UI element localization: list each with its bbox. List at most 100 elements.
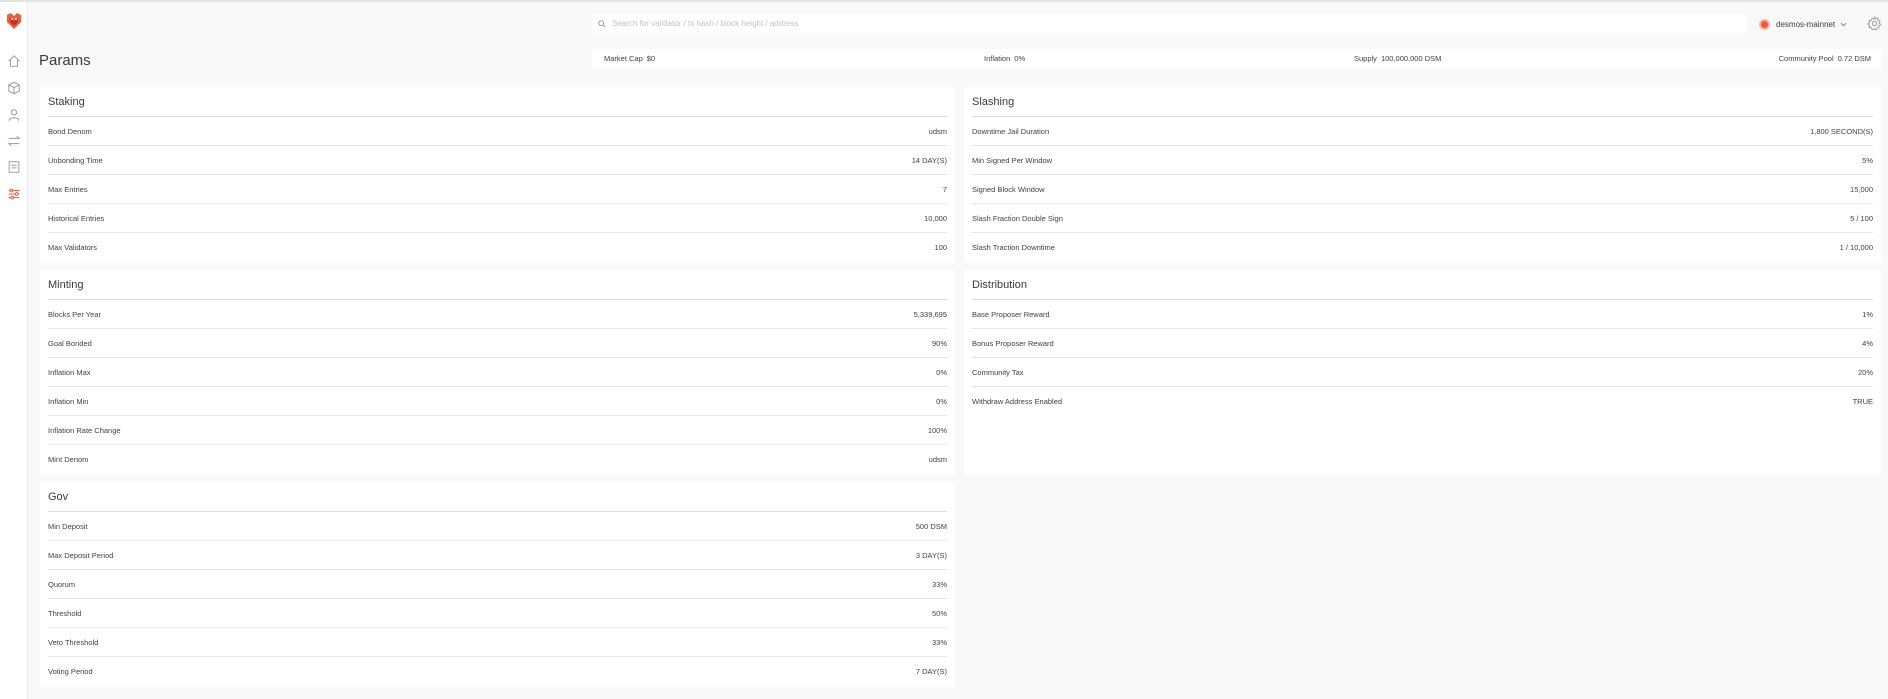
param-value: udsm xyxy=(928,455,947,464)
param-value: 33% xyxy=(931,637,947,647)
param-row: Threshold 50% xyxy=(48,599,947,628)
search-input[interactable] xyxy=(612,19,1747,28)
param-label: Min Deposit xyxy=(48,521,88,531)
param-value: 1% xyxy=(1862,309,1873,319)
param-label: Mint Denom xyxy=(48,455,89,464)
param-row: Quorum 33% xyxy=(48,570,947,599)
param-label: Max Validators xyxy=(48,243,98,252)
stat-value: $0 xyxy=(646,54,656,63)
param-value: 0% xyxy=(936,396,947,406)
param-row: Withdraw Address Enabled TRUE xyxy=(972,387,1873,416)
desmos-logo-icon[interactable] xyxy=(4,11,24,31)
param-row: Max Deposit Period 3 DAY(S) xyxy=(48,541,947,570)
param-label: Inflation Rate Change xyxy=(48,425,121,435)
param-row: Max Entries 7 xyxy=(48,175,947,204)
param-label: Inflation Min xyxy=(48,396,89,406)
param-label: Min Signed Per Window xyxy=(972,155,1053,165)
param-value: 7 DAY(S) xyxy=(915,667,947,676)
distribution-card: Distribution Base Proposer Reward 1% Bonu… xyxy=(964,270,1881,475)
network-logo-icon xyxy=(1759,18,1770,30)
param-value: 90% xyxy=(931,338,947,348)
param-row: Signed Block Window 15,000 xyxy=(972,175,1873,204)
gov-card: Gov Min Deposit 500 DSM Max Deposit Perio… xyxy=(40,482,955,687)
param-value: 10,000 xyxy=(924,213,947,223)
param-label: Quorum xyxy=(48,579,76,589)
user-icon[interactable] xyxy=(6,107,22,123)
stat-label: Inflation xyxy=(984,54,1011,63)
param-row: Mint Denom udsm xyxy=(48,445,947,474)
param-value: 500 DSM xyxy=(915,521,947,531)
stat-value: 0% xyxy=(1014,54,1026,63)
stat-value: 0.72 DSM xyxy=(1837,54,1871,63)
stat-value: 100,000,000 DSM xyxy=(1380,54,1442,63)
param-label: Base Proposer Reward xyxy=(972,309,1050,319)
stats-bar: Market Cap $0 Inflation 0% Supply 100,000,0… xyxy=(592,49,1881,68)
param-row: Voting Period 7 DAY(S) xyxy=(48,657,947,686)
cube-icon[interactable] xyxy=(6,80,22,96)
param-label: Downtime Jail Duration xyxy=(972,126,1050,136)
page-title: Params xyxy=(39,52,91,69)
param-label: Slash Traction Downtime xyxy=(972,243,1055,252)
param-label: Blocks Per Year xyxy=(48,309,101,319)
param-value: 5% xyxy=(1862,155,1873,165)
card-title: Gov xyxy=(48,482,947,512)
param-label: Threshold xyxy=(48,608,82,618)
stat-supply: Supply 100,000,000 DSM xyxy=(1354,54,1441,63)
param-label: Voting Period xyxy=(48,667,93,676)
param-value: 33% xyxy=(931,579,947,589)
param-value: 50% xyxy=(931,608,947,618)
param-value: 100% xyxy=(927,425,947,435)
param-value: 15,000 xyxy=(1850,184,1873,194)
minting-card: Minting Blocks Per Year 5,339,695 Goal Bo… xyxy=(40,270,955,475)
slashing-card: Slashing Downtime Jail Duration 1,800 SEC… xyxy=(964,87,1881,263)
sidebar xyxy=(0,2,28,699)
param-row: Base Proposer Reward 1% xyxy=(972,300,1873,329)
param-value: 5 / 100 xyxy=(1850,213,1873,223)
param-row: Blocks Per Year 5,339,695 xyxy=(48,300,947,329)
stat-community-pool: Community Pool 0.72 DSM xyxy=(1779,54,1871,63)
card-title: Minting xyxy=(48,270,947,300)
search-bar[interactable] xyxy=(592,14,1747,33)
param-row: Veto Threshold 33% xyxy=(48,628,947,657)
param-row: Downtime Jail Duration 1,800 SECOND(S) xyxy=(972,117,1873,146)
param-row: Min Signed Per Window 5% xyxy=(972,146,1873,175)
param-row: Inflation Min 0% xyxy=(48,387,947,416)
card-title: Distribution xyxy=(972,270,1873,300)
network-name: desmos-mainnet xyxy=(1776,19,1836,29)
param-label: Historical Entries xyxy=(48,213,105,223)
param-row: Unbonding Time 14 DAY(S) xyxy=(48,146,947,175)
param-label: Veto Threshold xyxy=(48,637,99,647)
param-value: 1 / 10,000 xyxy=(1839,243,1873,252)
param-value: 100 xyxy=(934,243,947,252)
param-row: Historical Entries 10,000 xyxy=(48,204,947,233)
card-title: Staking xyxy=(48,87,947,117)
param-row: Community Tax 20% xyxy=(972,358,1873,387)
home-icon[interactable] xyxy=(6,53,22,69)
param-label: Bond Denom xyxy=(48,126,92,136)
param-label: Bonus Proposer Reward xyxy=(972,338,1054,348)
param-value: 0% xyxy=(936,367,947,377)
sliders-icon[interactable] xyxy=(6,186,22,202)
card-title: Slashing xyxy=(972,87,1873,117)
chevron-down-icon xyxy=(1840,22,1847,26)
document-icon[interactable] xyxy=(6,159,22,175)
gear-icon[interactable] xyxy=(1867,15,1882,31)
stat-label: Market Cap xyxy=(604,54,643,63)
param-label: Community Tax xyxy=(972,367,1024,377)
param-value: udsm xyxy=(928,126,947,136)
param-row: Max Validators 100 xyxy=(48,233,947,262)
transfer-icon[interactable] xyxy=(6,133,22,149)
param-value: TRUE xyxy=(1852,397,1873,406)
param-label: Signed Block Window xyxy=(972,184,1045,194)
param-value: 7 xyxy=(942,184,947,194)
top-border xyxy=(0,0,1888,2)
param-row: Goal Bonded 90% xyxy=(48,329,947,358)
param-label: Goal Bonded xyxy=(48,338,92,348)
param-label: Withdraw Address Enabled xyxy=(972,397,1063,406)
network-selector[interactable]: desmos-mainnet xyxy=(1759,15,1847,33)
param-row: Inflation Max 0% xyxy=(48,358,947,387)
param-label: Max Entries xyxy=(48,184,88,194)
param-value: 5,339,695 xyxy=(913,309,947,319)
search-icon xyxy=(598,19,606,28)
param-row: Inflation Rate Change 100% xyxy=(48,416,947,445)
